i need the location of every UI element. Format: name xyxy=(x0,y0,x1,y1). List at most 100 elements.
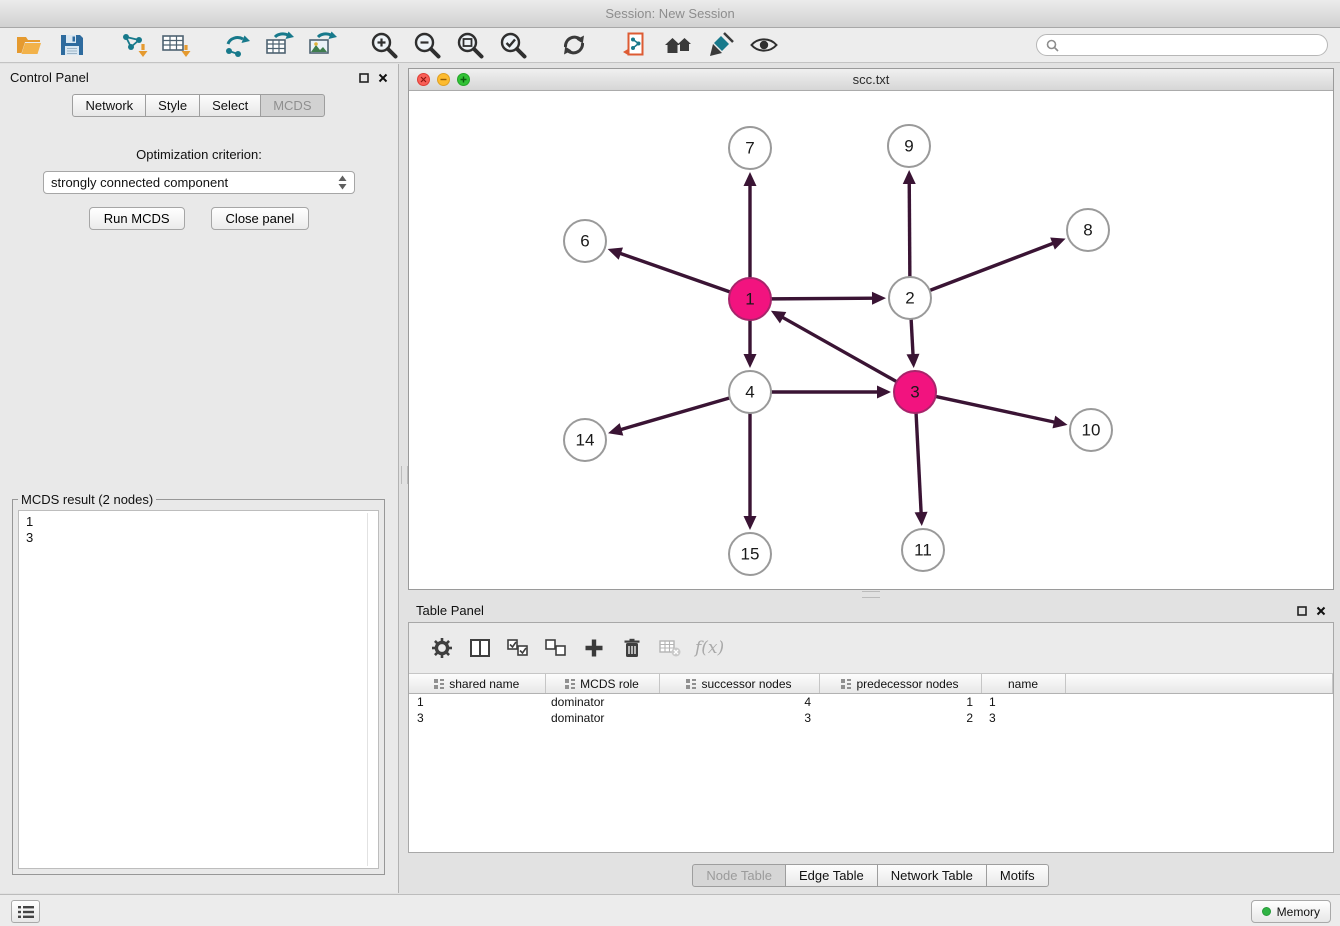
tab-network[interactable]: Network xyxy=(72,94,146,117)
graph-node-label-7: 7 xyxy=(745,139,754,158)
select-all-button[interactable] xyxy=(499,630,537,666)
select-all-icon xyxy=(507,639,529,657)
graph-node-label-15: 15 xyxy=(741,545,760,564)
zoom-fit-icon xyxy=(455,30,485,60)
tab-mcds[interactable]: MCDS xyxy=(260,94,324,117)
tab-network-table[interactable]: Network Table xyxy=(877,864,987,887)
import-table-button[interactable] xyxy=(159,30,193,61)
graph-edge-3-1[interactable] xyxy=(780,316,896,382)
graph-node-label-14: 14 xyxy=(576,431,595,450)
function-builder-button[interactable]: f(x) xyxy=(695,638,724,658)
search-box[interactable] xyxy=(1036,34,1328,56)
network-canvas[interactable]: 7968124314101511 xyxy=(409,91,1333,589)
control-panel-header: Control Panel xyxy=(0,64,398,91)
graph-edge-arrowhead xyxy=(608,423,623,435)
tab-node-table[interactable]: Node Table xyxy=(692,864,786,887)
delete-table-button[interactable] xyxy=(651,630,689,666)
control-panel-title: Control Panel xyxy=(10,70,89,85)
network-window-titlebar[interactable]: scc.txt xyxy=(409,69,1333,91)
column-attribute-icon xyxy=(686,679,696,689)
table-toolbar: f(x) xyxy=(409,623,1333,674)
deselect-all-button[interactable] xyxy=(537,630,575,666)
graph-edge-2-9[interactable] xyxy=(909,181,910,277)
export-image-button[interactable] xyxy=(306,30,340,61)
tab-select[interactable]: Select xyxy=(199,94,261,117)
close-panel-button[interactable]: Close panel xyxy=(211,207,310,230)
criterion-select[interactable]: strongly connected component xyxy=(43,171,355,194)
search-input[interactable] xyxy=(1064,37,1318,53)
export-table-button[interactable] xyxy=(263,30,297,61)
graph-edge-1-6[interactable] xyxy=(618,253,730,292)
table-panel-tabs: Node Table Edge Table Network Table Moti… xyxy=(408,864,1334,887)
trash-icon xyxy=(623,638,641,658)
export-table-icon xyxy=(265,31,295,59)
network-window-title: scc.txt xyxy=(853,72,890,87)
graph-edge-arrowhead xyxy=(1052,416,1067,429)
import-network-button[interactable] xyxy=(116,30,150,61)
column-header-name[interactable]: name xyxy=(981,674,1065,694)
open-file-button[interactable] xyxy=(12,30,46,61)
app-title: Session: New Session xyxy=(605,6,734,21)
graph-node-label-9: 9 xyxy=(904,137,913,156)
table-row[interactable]: 3 dominator 3 2 3 xyxy=(409,710,1333,726)
delete-row-button[interactable] xyxy=(613,630,651,666)
close-panel-icon[interactable] xyxy=(378,73,388,83)
home-button[interactable] xyxy=(661,30,695,61)
tab-edge-table[interactable]: Edge Table xyxy=(785,864,878,887)
close-table-panel-icon[interactable] xyxy=(1316,606,1326,616)
save-session-button[interactable] xyxy=(55,30,89,61)
vertical-splitter-handle[interactable] xyxy=(401,466,408,484)
show-columns-button[interactable] xyxy=(461,630,499,666)
refresh-button[interactable] xyxy=(557,30,591,61)
zoom-in-button[interactable] xyxy=(367,30,401,61)
float-table-panel-icon[interactable] xyxy=(1297,606,1307,616)
window-zoom-icon[interactable] xyxy=(457,73,470,86)
run-mcds-button[interactable]: Run MCDS xyxy=(89,207,185,230)
table-row[interactable]: 1 dominator 4 1 1 xyxy=(409,694,1333,711)
graph-edge-2-3[interactable] xyxy=(911,319,913,357)
zoom-selected-button[interactable] xyxy=(496,30,530,61)
apply-style-icon xyxy=(707,31,735,59)
gear-icon xyxy=(432,638,452,658)
graph-edge-3-10[interactable] xyxy=(936,396,1057,422)
graph-edge-3-11[interactable] xyxy=(916,413,921,515)
mcds-result-list[interactable]: 1 3 xyxy=(18,510,379,869)
panel-menu-button[interactable] xyxy=(11,900,40,923)
memory-label: Memory xyxy=(1277,905,1320,919)
table-header-row: shared name MCDS role successor nodes pr… xyxy=(409,674,1333,694)
graph-edge-4-14[interactable] xyxy=(619,398,730,430)
delete-table-icon xyxy=(659,639,681,657)
tab-motifs[interactable]: Motifs xyxy=(986,864,1049,887)
column-header-mcds-role[interactable]: MCDS role xyxy=(545,674,659,694)
float-panel-icon[interactable] xyxy=(359,73,369,83)
add-row-button[interactable] xyxy=(575,630,613,666)
window-minimize-icon[interactable] xyxy=(437,73,450,86)
zoom-fit-button[interactable] xyxy=(453,30,487,61)
column-attribute-icon xyxy=(841,679,851,689)
mcds-result-title: MCDS result (2 nodes) xyxy=(18,492,156,507)
apply-style-button[interactable] xyxy=(704,30,738,61)
column-header-successor-nodes[interactable]: successor nodes xyxy=(659,674,819,694)
graph-node-label-2: 2 xyxy=(905,289,914,308)
export-network-button[interactable] xyxy=(220,30,254,61)
plus-icon xyxy=(584,638,604,658)
memory-button[interactable]: Memory xyxy=(1251,900,1331,923)
table-settings-button[interactable] xyxy=(423,630,461,666)
result-scrollbar-track[interactable] xyxy=(367,513,368,866)
show-details-button[interactable] xyxy=(747,30,781,61)
zoom-out-button[interactable] xyxy=(410,30,444,61)
graph-edge-arrowhead xyxy=(744,516,757,530)
graph-edge-2-8[interactable] xyxy=(930,242,1056,290)
eye-icon xyxy=(749,31,779,59)
tab-style[interactable]: Style xyxy=(145,94,200,117)
graph-edge-1-2[interactable] xyxy=(771,298,875,299)
graph-node-label-3: 3 xyxy=(910,383,919,402)
column-header-predecessor-nodes[interactable]: predecessor nodes xyxy=(819,674,981,694)
column-attribute-icon xyxy=(434,679,444,689)
network-file-button[interactable] xyxy=(618,30,652,61)
zoom-out-icon xyxy=(412,30,442,60)
graph-node-label-6: 6 xyxy=(580,232,589,251)
column-header-shared-name[interactable]: shared name xyxy=(409,674,545,694)
window-close-icon[interactable] xyxy=(417,73,430,86)
graph-node-label-4: 4 xyxy=(745,383,754,402)
